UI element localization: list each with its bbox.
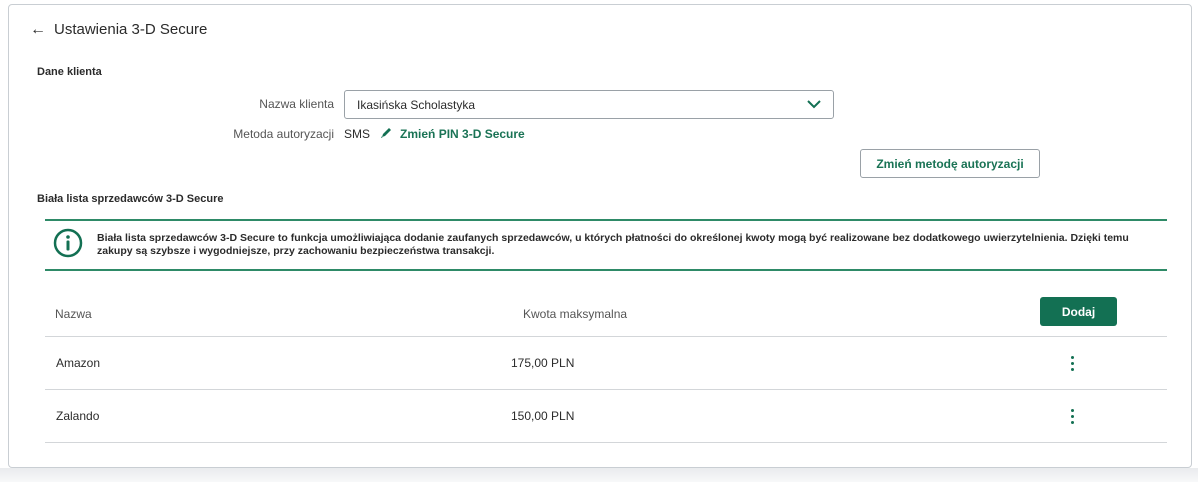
client-name-label: Nazwa klienta (259, 97, 334, 111)
auth-method-row: SMS Zmień PIN 3-D Secure (344, 126, 525, 142)
column-header-name: Nazwa (55, 307, 92, 321)
merchant-name: Zalando (56, 409, 100, 423)
client-section-title: Dane klienta (37, 66, 102, 78)
page-bottom-edge (0, 468, 1198, 482)
merchant-amount: 150,00 PLN (511, 409, 575, 423)
change-pin-link[interactable]: Zmień PIN 3-D Secure (380, 126, 525, 142)
whitelist-section-title: Biała lista sprzedawców 3-D Secure (37, 193, 224, 205)
table-row: Zalando 150,00 PLN (45, 390, 1167, 443)
column-header-amount: Kwota maksymalna (523, 307, 628, 321)
info-banner: Biała lista sprzedawców 3-D Secure to fu… (45, 219, 1167, 271)
merchant-amount: 175,00 PLN (511, 356, 575, 370)
whitelist-table-header: Nazwa Kwota maksymalna Dodaj (45, 295, 1167, 337)
back-arrow-icon[interactable]: ← (30, 21, 46, 38)
table-row: Amazon 175,00 PLN (45, 337, 1167, 390)
change-auth-method-button[interactable]: Zmień metodę autoryzacji (860, 149, 1040, 178)
add-merchant-button[interactable]: Dodaj (1040, 297, 1117, 326)
pencil-icon (380, 126, 393, 142)
kebab-menu-icon[interactable] (1062, 352, 1082, 374)
info-text: Biała lista sprzedawców 3-D Secure to fu… (97, 232, 1129, 257)
client-name-select[interactable]: Ikasińska Scholastyka (344, 90, 834, 119)
auth-method-label: Metoda autoryzacji (233, 127, 334, 141)
client-name-value: Ikasińska Scholastyka (357, 97, 476, 112)
page-title: Ustawienia 3-D Secure (54, 21, 208, 38)
change-pin-label: Zmień PIN 3-D Secure (400, 127, 525, 141)
auth-method-value: SMS (344, 127, 371, 141)
merchant-name: Amazon (56, 356, 101, 370)
chevron-down-icon (807, 100, 821, 109)
info-icon (53, 228, 83, 263)
kebab-menu-icon[interactable] (1062, 405, 1082, 427)
back-link[interactable]: ← Ustawienia 3-D Secure (30, 21, 207, 38)
